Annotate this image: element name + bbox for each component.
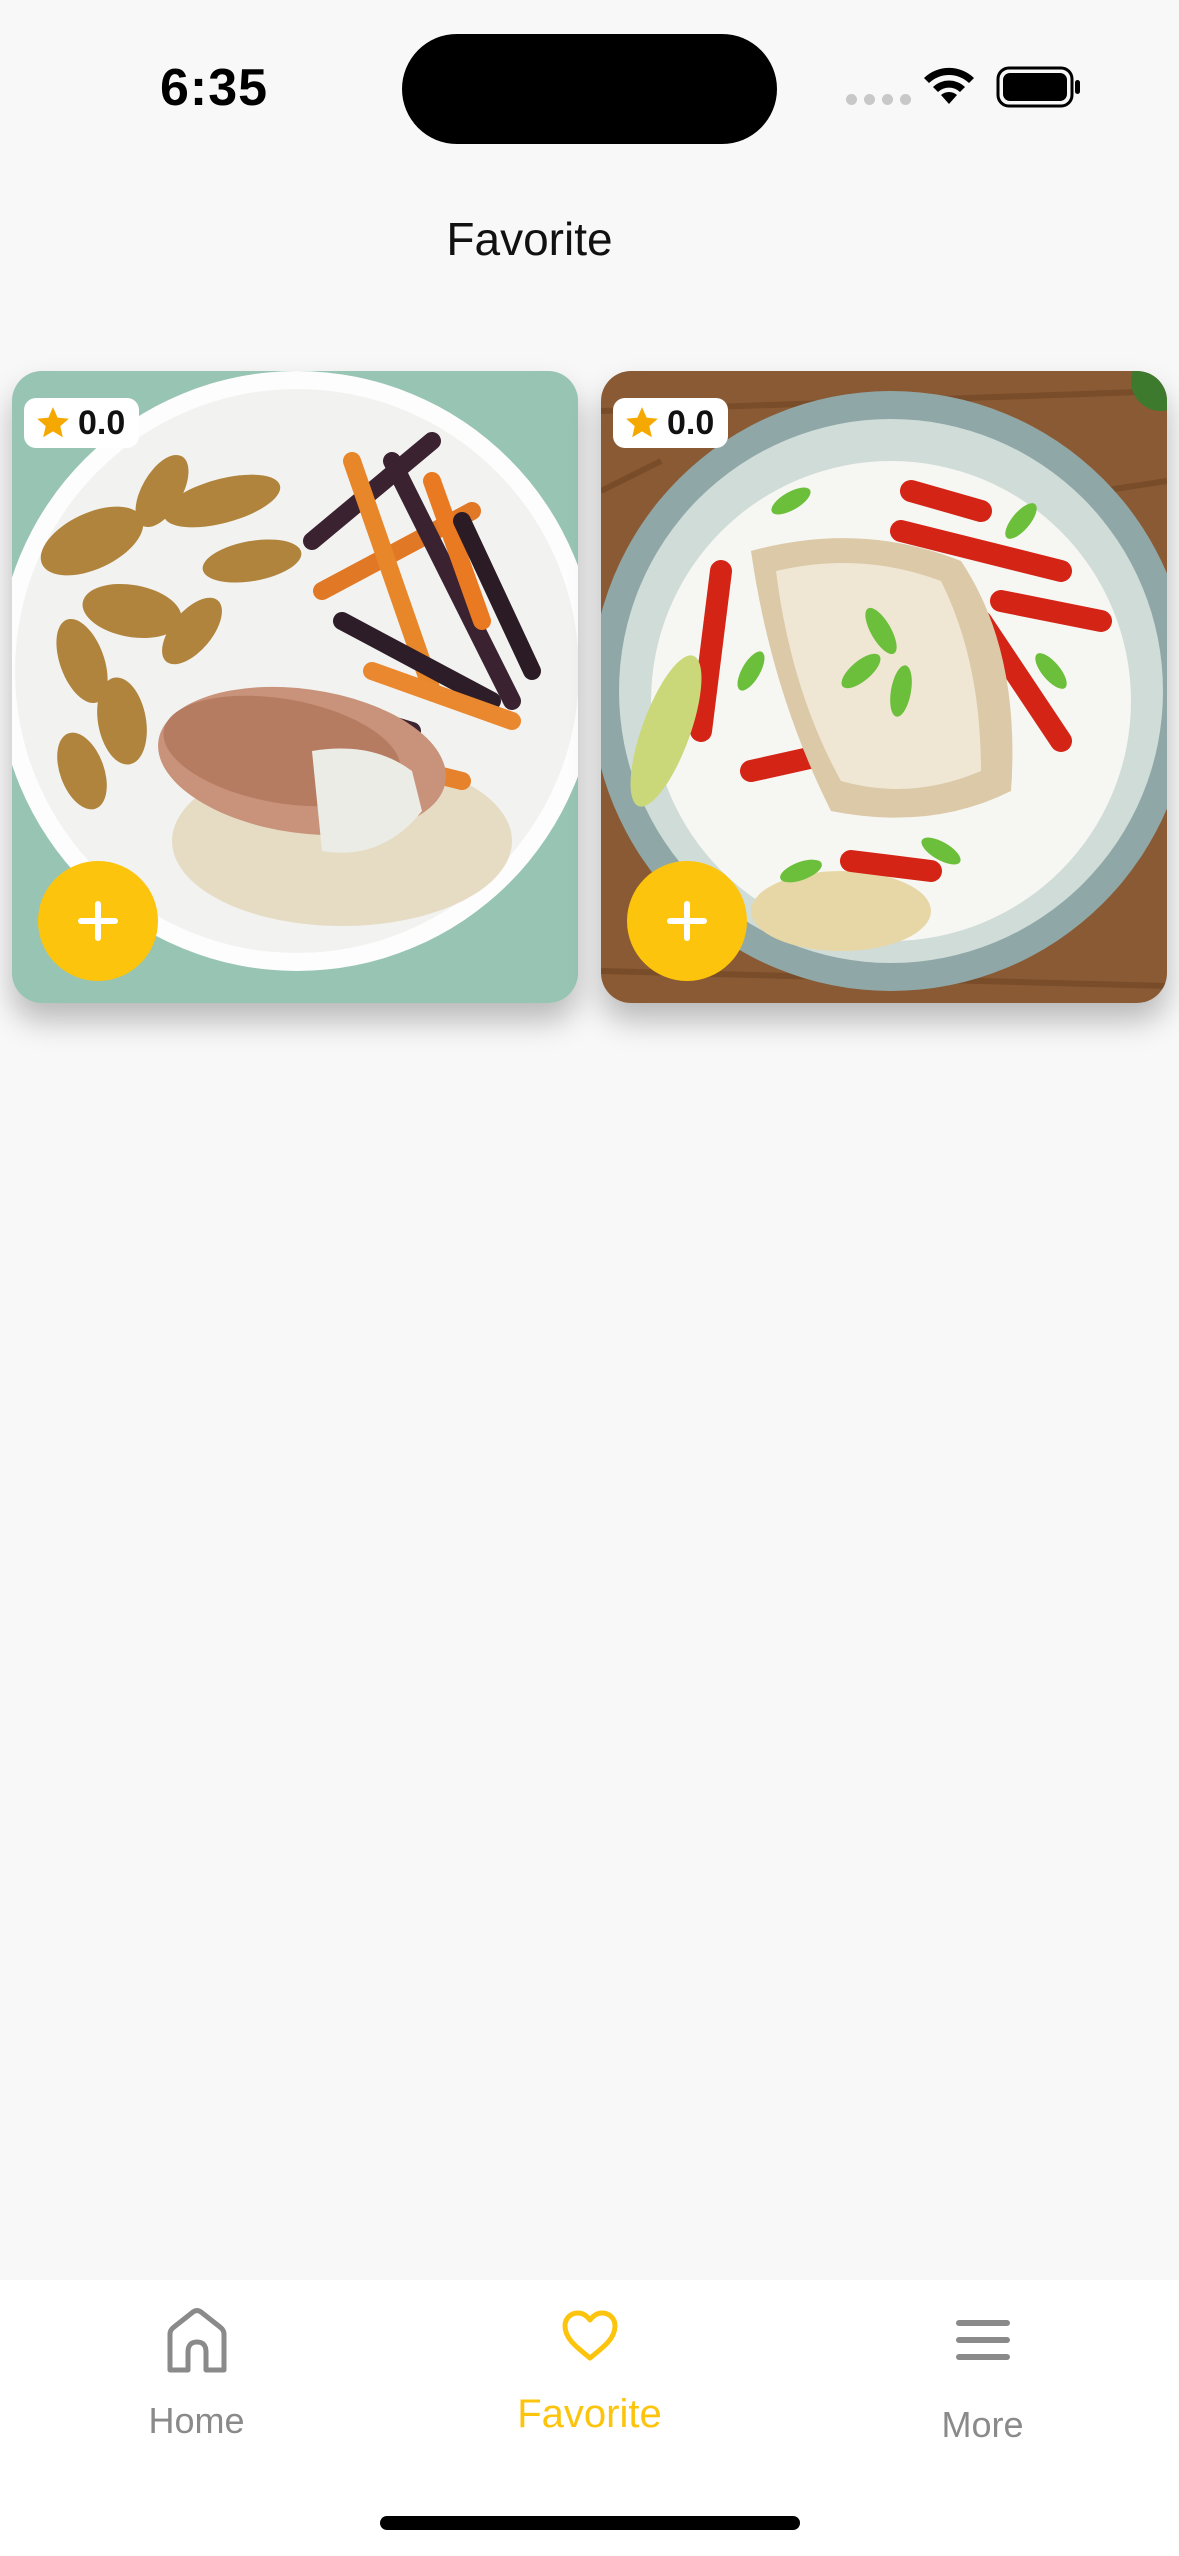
home-indicator[interactable] bbox=[380, 2516, 800, 2530]
add-button[interactable] bbox=[38, 861, 158, 981]
status-time: 6:35 bbox=[160, 59, 269, 117]
plus-icon bbox=[78, 901, 118, 941]
tab-label-home: Home bbox=[148, 2400, 245, 2441]
rating-value: 0.0 bbox=[667, 403, 715, 442]
rating-badge: 0.0 bbox=[613, 398, 729, 448]
tab-more[interactable]: More bbox=[786, 2280, 1179, 2500]
tab-bar: Home Favorite More bbox=[0, 2280, 1179, 2556]
heart-icon bbox=[562, 2310, 617, 2361]
rating-value: 0.0 bbox=[78, 403, 126, 442]
tab-label-more: More bbox=[941, 2404, 1024, 2445]
recipe-card[interactable]: 0.0 bbox=[601, 371, 1167, 1003]
recipe-card[interactable]: 0.0 bbox=[12, 371, 578, 1003]
menu-icon bbox=[955, 2320, 1010, 2360]
page-title: Favorite bbox=[0, 212, 1179, 266]
favorites-screen: 6:35 Favorite 0.0 0.0 Home Favorite More bbox=[0, 0, 1179, 2556]
battery-icon bbox=[996, 66, 1080, 108]
tab-favorite[interactable]: Favorite bbox=[393, 2280, 786, 2500]
page-title-text: Favorite bbox=[446, 213, 613, 265]
home-icon bbox=[167, 2308, 226, 2373]
tab-home[interactable]: Home bbox=[0, 2280, 393, 2500]
plus-icon bbox=[667, 901, 707, 941]
star-icon bbox=[37, 407, 69, 438]
add-button[interactable] bbox=[627, 861, 747, 981]
cellular-signal-icon bbox=[846, 94, 911, 105]
dynamic-island bbox=[402, 34, 777, 144]
rating-badge: 0.0 bbox=[24, 398, 140, 448]
star-icon bbox=[626, 407, 658, 438]
tab-label-favorite: Favorite bbox=[517, 2392, 662, 2436]
wifi-icon bbox=[924, 67, 974, 104]
